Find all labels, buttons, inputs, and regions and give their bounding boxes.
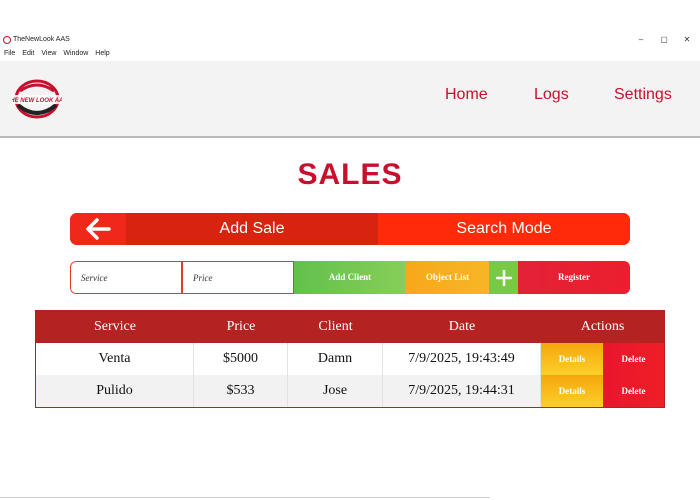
window-title: TheNewLook AAS bbox=[13, 36, 70, 43]
add-sale-tab[interactable]: Add Sale bbox=[126, 213, 378, 245]
cell-date: 7/9/2025, 19:44:31 bbox=[383, 375, 541, 407]
menu-view[interactable]: View bbox=[41, 47, 56, 61]
details-button[interactable]: Details bbox=[541, 343, 603, 375]
search-mode-tab[interactable]: Search Mode bbox=[378, 213, 630, 245]
service-input[interactable] bbox=[70, 261, 182, 294]
table-row: Venta $5000 Damn 7/9/2025, 19:43:49 Deta… bbox=[36, 343, 664, 375]
column-header-service: Service bbox=[94, 319, 136, 334]
menu-file[interactable]: File bbox=[4, 47, 15, 61]
page-title: SALES bbox=[297, 158, 403, 191]
cell-service: Venta bbox=[36, 343, 194, 375]
column-header-actions: Actions bbox=[580, 319, 625, 334]
cell-price: $5000 bbox=[194, 343, 288, 375]
menu-help[interactable]: Help bbox=[95, 47, 109, 61]
sales-table: Service Price Client Date Actions Venta … bbox=[35, 310, 665, 408]
column-header-client: Client bbox=[318, 319, 353, 334]
delete-button[interactable]: Delete bbox=[603, 343, 664, 375]
sale-form: Add Client Object List Register bbox=[70, 261, 630, 294]
close-button[interactable]: ✕ bbox=[682, 34, 692, 46]
cell-date: 7/9/2025, 19:43:49 bbox=[383, 343, 541, 375]
price-input[interactable] bbox=[182, 261, 294, 294]
nav-settings[interactable]: Settings bbox=[614, 85, 672, 105]
arrow-left-icon bbox=[86, 218, 111, 240]
brand-logo: THE NEW LOOK AAS bbox=[7, 77, 67, 121]
register-button[interactable]: Register bbox=[518, 261, 630, 294]
add-item-button[interactable] bbox=[489, 261, 518, 294]
table-header: Service Price Client Date Actions bbox=[36, 311, 664, 343]
nav-logs[interactable]: Logs bbox=[534, 85, 569, 105]
delete-button[interactable]: Delete bbox=[603, 375, 664, 407]
maximize-button[interactable]: ▢ bbox=[659, 34, 669, 46]
cell-client: Jose bbox=[288, 375, 383, 407]
column-header-date: Date bbox=[448, 319, 476, 334]
app-icon bbox=[3, 36, 11, 44]
cell-service: Pulido bbox=[36, 375, 194, 407]
svg-text:THE NEW LOOK AAS: THE NEW LOOK AAS bbox=[12, 98, 62, 104]
bottom-divider bbox=[0, 497, 490, 498]
add-client-button[interactable]: Add Client bbox=[294, 261, 406, 294]
minimize-button[interactable]: – bbox=[636, 34, 646, 46]
object-list-button[interactable]: Object List bbox=[406, 261, 489, 294]
table-row: Pulido $533 Jose 7/9/2025, 19:44:31 Deta… bbox=[36, 375, 664, 407]
menu-window[interactable]: Window bbox=[63, 47, 88, 61]
cell-client: Damn bbox=[288, 343, 383, 375]
mode-bar: Add Sale Search Mode bbox=[70, 213, 630, 245]
plus-icon bbox=[495, 269, 512, 286]
back-button[interactable] bbox=[70, 213, 126, 245]
cell-price: $533 bbox=[194, 375, 288, 407]
app-header: THE NEW LOOK AAS Home Logs Settings bbox=[0, 61, 700, 138]
window-titlebar: TheNewLook AAS – ▢ ✕ bbox=[0, 33, 700, 47]
menu-bar: File Edit View Window Help bbox=[0, 47, 700, 61]
details-button[interactable]: Details bbox=[541, 375, 603, 407]
menu-edit[interactable]: Edit bbox=[22, 47, 34, 61]
nav-home[interactable]: Home bbox=[445, 85, 488, 105]
column-header-price: Price bbox=[226, 319, 256, 334]
